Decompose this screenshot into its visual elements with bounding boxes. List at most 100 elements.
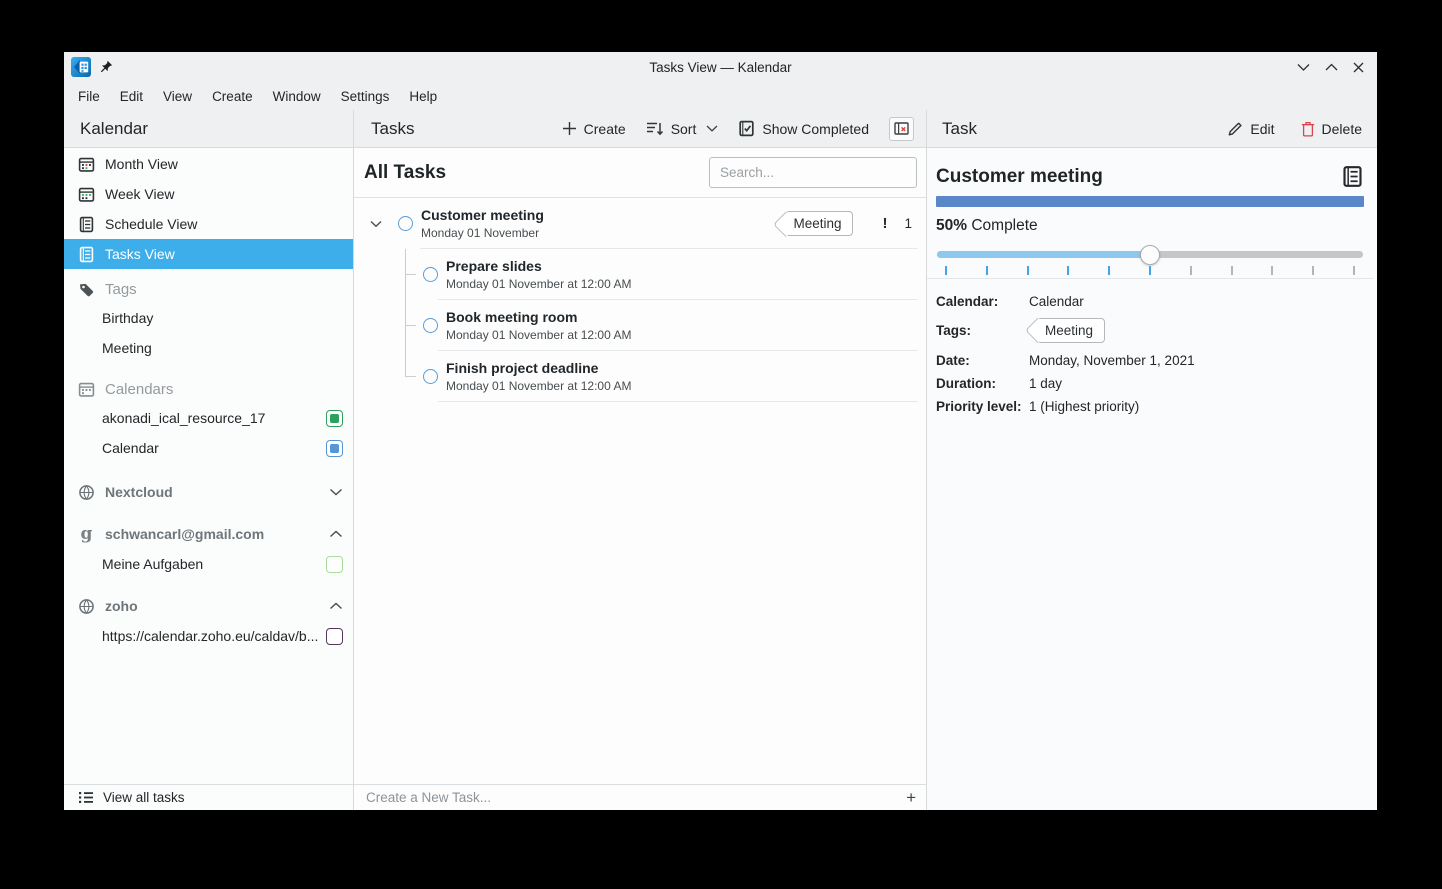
chevron-up-icon[interactable] [329,602,343,610]
menu-edit[interactable]: Edit [110,85,153,108]
create-button-label: Create [584,121,626,137]
detail-panel-title: Task [942,119,977,139]
plus-icon [562,121,577,136]
search-input[interactable] [709,157,917,188]
edit-button-label: Edit [1250,121,1274,137]
titlebar[interactable]: Tasks View — Kalendar [64,52,1377,82]
task-row-subtask[interactable]: Finish project deadline Monday 01 Novemb… [354,351,926,402]
panel-close-icon [894,122,909,135]
field-priority: Priority level: 1 (Highest priority) [936,395,1364,418]
sidebar-item-schedule-view[interactable]: Schedule View [64,209,353,239]
tag-chip[interactable]: Meeting [785,211,853,236]
progress-slider[interactable] [937,245,1363,264]
sidebar-calendar-akonadi[interactable]: akonadi_ical_resource_17 [64,403,353,433]
sidebar-account-google[interactable]: g schwancarl@gmail.com [64,519,353,549]
chevron-up-icon[interactable] [329,530,343,538]
field-label: Date: [936,353,1029,368]
task-detail-panel: Task Edit Delete Customer [927,110,1377,810]
sidebar-calendar-zoho-url[interactable]: https://calendar.zoho.eu/caldav/b... [64,621,353,651]
sidebar-item-label: Schedule View [105,216,197,232]
sidebar-item-label: Month View [105,156,178,172]
sidebar-account-zoho[interactable]: zoho [64,591,353,621]
percent-complete-line: 50% Complete [936,217,1364,235]
sidebar-item-tasks-view[interactable]: Tasks View [64,239,353,269]
add-task-plus-icon[interactable]: + [906,788,916,808]
menu-create[interactable]: Create [202,85,263,108]
calendar-checkbox-blue[interactable] [326,440,343,457]
field-label: Duration: [936,376,1029,391]
task-view-icon [1341,165,1364,188]
sidebar-tag-meeting[interactable]: Meeting [64,333,353,363]
todo-checkbox-circle[interactable] [423,318,438,333]
task-list-icon [78,791,94,804]
chevron-down-icon[interactable] [329,488,343,496]
todo-checkbox-circle[interactable] [423,267,438,282]
todo-checkbox-circle[interactable] [423,369,438,384]
expand-chevron-icon[interactable] [370,220,385,228]
window-title: Tasks View — Kalendar [64,60,1377,75]
tag-label: Meeting [102,340,152,356]
field-calendar: Calendar: Calendar [936,290,1364,313]
sidebar-item-month-view[interactable]: Month View [64,149,353,179]
calendar-color-bar [936,196,1364,207]
field-label: Tags: [936,323,1029,338]
calendar-checkbox-lightgreen[interactable] [326,556,343,573]
account-label: Nextcloud [105,484,173,500]
sidebar-section-calendars: Calendars [64,375,353,403]
kalendar-window: Tasks View — Kalendar File Edit View Cre… [64,52,1377,810]
task-row-subtask[interactable]: Prepare slides Monday 01 November at 12:… [354,249,926,300]
task-date: Monday 01 November at 12:00 AM [446,328,631,342]
slider-tick [1190,266,1192,275]
task-row-parent[interactable]: Customer meeting Monday 01 November Meet… [354,198,926,249]
new-task-bar[interactable]: Create a New Task... + [354,784,926,810]
delete-task-button[interactable]: Delete [1301,121,1362,137]
tag-chip-label: Meeting [1045,323,1093,338]
sidebar-item-week-view[interactable]: Week View [64,179,353,209]
sort-button-label: Sort [671,121,697,137]
desktop-background: Tasks View — Kalendar File Edit View Cre… [0,0,1442,889]
task-row-subtask[interactable]: Book meeting room Monday 01 November at … [354,300,926,351]
calendar-label: Meine Aufgaben [102,556,203,572]
menu-file[interactable]: File [68,85,110,108]
todo-checkbox-circle[interactable] [398,216,413,231]
slider-baseline [927,278,1373,279]
minimize-button[interactable] [1297,63,1310,71]
subtask-group: Prepare slides Monday 01 November at 12:… [354,249,926,402]
maximize-button[interactable] [1325,63,1338,71]
calendars-icon [78,381,95,398]
sidebar-item-label: Week View [105,186,175,202]
sort-button[interactable]: Sort [646,121,719,137]
menu-settings[interactable]: Settings [331,85,400,108]
delete-button-label: Delete [1322,121,1362,137]
progress-ticks [946,265,1354,278]
menu-view[interactable]: View [153,85,202,108]
calendar-week-icon [78,186,95,203]
view-all-tasks-button[interactable]: View all tasks [64,784,353,810]
sidebar-calendar-calendar[interactable]: Calendar [64,433,353,463]
create-task-button[interactable]: Create [562,121,626,137]
account-label: schwancarl@gmail.com [105,526,264,542]
tasks-panel: Tasks Create Sort Show [354,110,927,810]
show-completed-label: Show Completed [762,121,869,137]
calendar-checkbox-green[interactable] [326,410,343,427]
close-task-panel-button[interactable] [889,117,914,141]
sidebar-calendar-meine-aufgaben[interactable]: Meine Aufgaben [64,549,353,579]
sidebar-account-nextcloud[interactable]: Nextcloud [64,477,353,507]
menu-help[interactable]: Help [399,85,447,108]
field-value: Calendar [1029,294,1084,309]
slider-tick [1149,266,1151,275]
task-date: Monday 01 November at 12:00 AM [446,379,631,393]
calendar-checkbox-purple[interactable] [326,628,343,645]
progress-slider-handle[interactable] [1140,245,1160,265]
tag-chip[interactable]: Meeting [1037,318,1105,343]
percent-value: 50% [936,217,967,234]
tag-chip-label: Meeting [793,216,841,231]
sidebar-tag-birthday[interactable]: Birthday [64,303,353,333]
edit-task-button[interactable]: Edit [1227,121,1274,137]
menu-window[interactable]: Window [263,85,331,108]
close-button[interactable] [1353,62,1364,73]
show-completed-button[interactable]: Show Completed [738,120,869,137]
calendar-label: https://calendar.zoho.eu/caldav/b... [102,628,318,644]
menubar: File Edit View Create Window Settings He… [64,82,1377,110]
detail-task-title: Customer meeting [936,165,1103,189]
